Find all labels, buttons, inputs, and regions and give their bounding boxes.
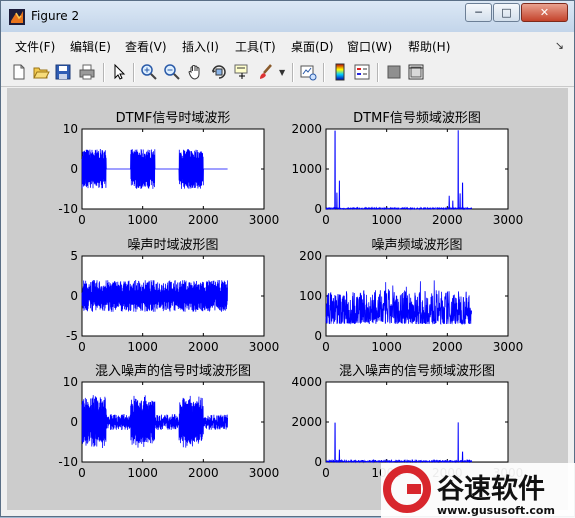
- x-tick-label: 3000: [249, 213, 280, 227]
- menu-view[interactable]: 查看(V): [125, 38, 167, 55]
- gususoft-watermark: 谷速软件 www.gususoft.com: [381, 463, 575, 518]
- y-tick-label: 100: [299, 289, 322, 303]
- subplot-title-3: 噪声时域波形图: [127, 238, 218, 253]
- y-tick-label: 2000: [291, 122, 322, 136]
- matlab-icon: [9, 9, 25, 25]
- subplot-title-2: DTMF信号频域波形图: [353, 111, 481, 126]
- x-tick-label: 3000: [249, 340, 280, 354]
- zoom-out-icon[interactable]: [163, 63, 181, 81]
- y-tick-label: 200: [299, 249, 322, 263]
- window-title: Figure 2: [31, 9, 80, 23]
- legend-icon[interactable]: [353, 63, 371, 81]
- x-tick-label: 2000: [432, 213, 463, 227]
- y-tick-label: 0: [70, 415, 78, 429]
- x-tick-label: 1000: [127, 340, 158, 354]
- y-tick-label: 0: [70, 162, 78, 176]
- watermark-url: www.gususoft.com: [437, 504, 555, 517]
- minimize-button[interactable]: ─: [465, 3, 492, 22]
- subplot-title-6: 混入噪声的信号频域波形图: [339, 363, 495, 379]
- x-tick-label: 3000: [493, 213, 524, 227]
- pointer-icon[interactable]: [110, 63, 128, 81]
- axes-2: [325, 128, 509, 210]
- x-tick-label: 3000: [249, 466, 280, 480]
- menu-window[interactable]: 窗口(W): [347, 38, 392, 55]
- toolbar: ▼: [1, 59, 574, 87]
- x-tick-label: 2000: [432, 340, 463, 354]
- x-tick-label: 0: [322, 466, 330, 480]
- y-tick-label: -10: [58, 455, 78, 469]
- watermark-brand: 谷速软件: [437, 474, 545, 505]
- menu-tools[interactable]: 工具(T): [235, 38, 276, 55]
- new-figure-icon[interactable]: [10, 63, 28, 81]
- pan-icon[interactable]: [186, 63, 204, 81]
- menu-desktop[interactable]: 桌面(D): [291, 38, 334, 55]
- x-tick-label: 0: [78, 213, 86, 227]
- subplot-title-4: 噪声频域波形图: [371, 238, 462, 253]
- maximize-button[interactable]: □: [493, 3, 520, 22]
- y-tick-label: 0: [70, 289, 78, 303]
- menu-help[interactable]: 帮助(H): [408, 38, 450, 55]
- x-tick-label: 2000: [188, 213, 219, 227]
- x-tick-label: 0: [78, 340, 86, 354]
- y-tick-label: 2000: [291, 415, 322, 429]
- rotate-3d-icon[interactable]: [210, 63, 228, 81]
- x-tick-label: 3000: [493, 340, 524, 354]
- x-tick-label: 1000: [127, 213, 158, 227]
- x-tick-label: 0: [322, 340, 330, 354]
- x-tick-label: 1000: [127, 466, 158, 480]
- y-tick-label: -5: [66, 329, 78, 343]
- x-tick-label: 0: [322, 213, 330, 227]
- close-button[interactable]: ✕: [521, 3, 568, 22]
- x-tick-label: 1000: [371, 340, 402, 354]
- y-tick-label: -10: [58, 202, 78, 216]
- figure-canvas: DTMF信号时域波形 0 1000 2000 3000 10 0 -10 DTMF信号频域波形图…: [7, 88, 568, 510]
- figure-window: Figure 2 ─ □ ✕ 文件(F) 编辑(E) 查看(V) 插入(I) 工…: [0, 0, 575, 518]
- hide-plot-tools-icon[interactable]: [385, 63, 403, 81]
- show-plot-tools-icon[interactable]: [407, 63, 425, 81]
- y-tick-label: 0: [314, 202, 322, 216]
- y-tick-label: 0: [314, 455, 322, 469]
- colorbar-icon[interactable]: [331, 63, 349, 81]
- y-tick-label: 5: [70, 249, 78, 263]
- menu-bar: 文件(F) 编辑(E) 查看(V) 插入(I) 工具(T) 桌面(D) 窗口(W…: [1, 34, 574, 58]
- y-tick-label: 10: [63, 122, 78, 136]
- link-plot-icon[interactable]: [299, 63, 317, 81]
- menu-insert[interactable]: 插入(I): [182, 38, 219, 55]
- brush-icon[interactable]: [257, 63, 275, 81]
- title-bar[interactable]: Figure 2 ─ □ ✕: [1, 1, 574, 32]
- brush-dropdown-icon[interactable]: ▼: [279, 68, 285, 77]
- x-tick-label: 1000: [371, 213, 402, 227]
- arrow-dock-icon[interactable]: ↘: [555, 39, 564, 52]
- x-tick-label: 0: [78, 466, 86, 480]
- subplot-title-5: 混入噪声的信号时域波形图: [95, 363, 251, 379]
- x-tick-label: 2000: [188, 466, 219, 480]
- y-tick-label: 10: [63, 375, 78, 389]
- print-icon[interactable]: [78, 63, 96, 81]
- y-tick-label: 0: [314, 329, 322, 343]
- axes-6: [325, 381, 509, 463]
- save-icon[interactable]: [54, 63, 72, 81]
- zoom-in-icon[interactable]: [140, 63, 158, 81]
- x-tick-label: 2000: [188, 340, 219, 354]
- data-cursor-icon[interactable]: [233, 63, 251, 81]
- menu-edit[interactable]: 编辑(E): [70, 38, 111, 55]
- subplot-grid: DTMF信号时域波形0 1000 2000 3000100-10DTMF信号频域波形图…: [58, 111, 524, 480]
- open-file-icon[interactable]: [32, 63, 50, 81]
- menu-file[interactable]: 文件(F): [15, 38, 55, 55]
- y-tick-label: 1000: [291, 162, 322, 176]
- y-tick-label: 4000: [291, 375, 322, 389]
- subplot-title-1: DTMF信号时域波形: [116, 111, 231, 126]
